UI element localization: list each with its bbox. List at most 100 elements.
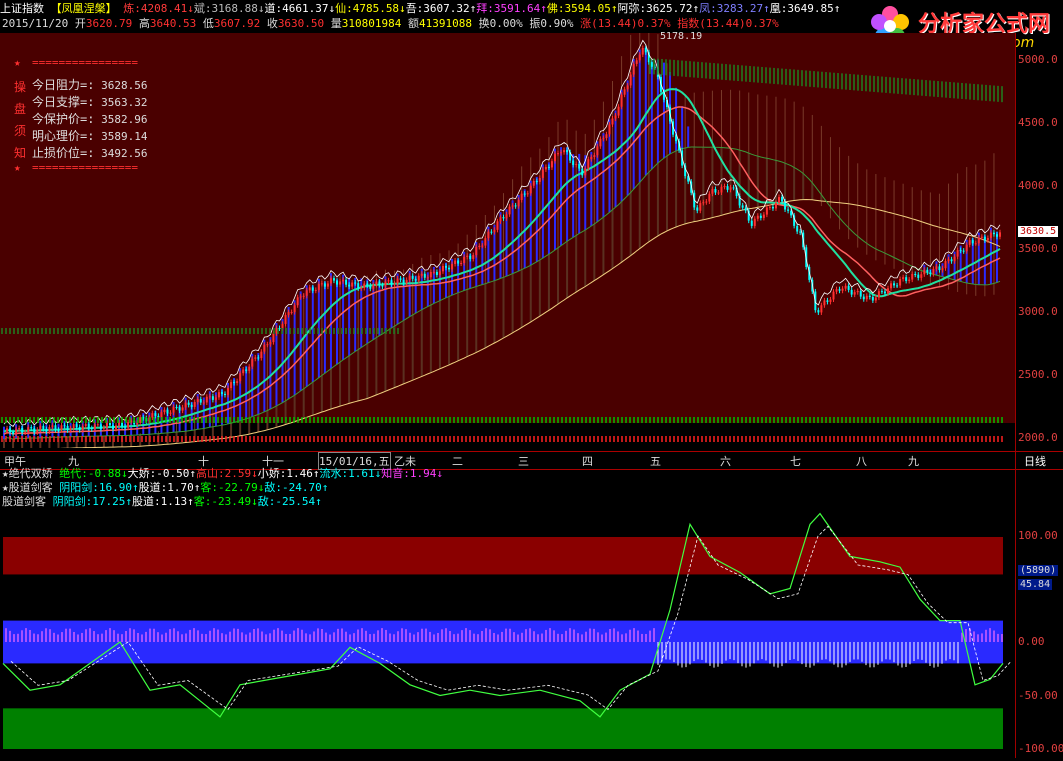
notice-side-label: 操 盘 须 知 [14, 76, 28, 164]
axis-separator [1015, 33, 1016, 758]
legend-item: 敌:-25.54↑ [257, 495, 322, 508]
candle-body [460, 263, 463, 265]
amount-label: 额 [408, 17, 420, 30]
candle-body [953, 256, 956, 262]
indicator-badge-value: 45.84 [1018, 579, 1053, 590]
candle-body [520, 193, 523, 201]
indicator-chart[interactable] [0, 508, 1015, 758]
candle-body [378, 281, 381, 286]
price-tick: 2000.0 [1018, 431, 1058, 444]
candle-body [36, 429, 39, 433]
legend-item: 道:4661.37↓ [264, 2, 336, 15]
indicator1-title[interactable]: ★绝代双娇 [2, 467, 53, 480]
period-selector[interactable]: 日线 [1024, 453, 1046, 469]
candle-body [63, 425, 66, 427]
candle-body [759, 215, 762, 218]
legend-item: 炼:4208.41↓ [123, 2, 194, 15]
candle-body [602, 138, 605, 140]
price-chart[interactable] [0, 33, 1015, 448]
formula-name[interactable]: 【凤凰涅槃】 [51, 2, 117, 15]
turnover-label: 换 [478, 17, 490, 30]
candle-body [96, 424, 99, 426]
quote-date: 2015/11/20 [2, 17, 69, 30]
candle-body [629, 74, 632, 86]
candle-body [438, 271, 441, 275]
candle-body [499, 217, 502, 222]
candle-body [408, 275, 411, 280]
indicator-chart-canvas[interactable] [0, 508, 1015, 758]
price-tick: 4000.0 [1018, 179, 1058, 192]
time-label: 九 [908, 455, 919, 468]
indicator2-title[interactable]: ★股道剑客 [2, 481, 53, 494]
candle-body [184, 402, 187, 408]
candle-body [835, 289, 838, 292]
candle-body [220, 392, 223, 394]
candle-body [272, 333, 275, 343]
indicator1-values: 绝代:-0.88↓大娇:-0.50↑高山:2.59↓小娇:1.46↑流水:1.6… [59, 467, 443, 480]
candle-body [320, 283, 323, 285]
notice-row: 今日支撑=: 3563.32 [32, 94, 147, 111]
candle-body [778, 197, 781, 203]
low-value: 3607.92 [213, 17, 261, 30]
close-label: 收 [266, 17, 278, 30]
candle-body [260, 351, 263, 359]
price-tick: 5000.0 [1018, 53, 1058, 66]
candle-body [51, 425, 54, 428]
candle-body [87, 423, 90, 429]
candle-body [614, 115, 617, 119]
candle-body [323, 283, 326, 287]
price-chart-canvas[interactable] [0, 33, 1063, 448]
neutral-zone [3, 620, 1003, 664]
notice-row-value: 3628.56 [101, 79, 148, 92]
notice-side-char: 盘 [14, 102, 27, 116]
candle-body [938, 266, 941, 271]
candle-body [935, 266, 938, 269]
candle-body [914, 274, 917, 276]
notice-side-char: 操 [14, 80, 27, 94]
time-label: 五 [650, 455, 661, 468]
candle-body [717, 192, 720, 194]
candle-body [871, 296, 874, 301]
candle-body [451, 263, 454, 270]
candle-body [847, 285, 850, 290]
symbol-title[interactable]: 上证指数 [0, 2, 44, 15]
candle-body [290, 312, 293, 314]
candle-body [454, 260, 457, 264]
candle-body [105, 423, 108, 428]
indicator3-title[interactable]: 股道剑客 [2, 495, 46, 508]
candle-body [481, 245, 484, 247]
candle-body [638, 54, 641, 61]
candle-body [926, 269, 929, 273]
candle-body [311, 287, 314, 291]
candle-body [732, 187, 735, 189]
candle-body [765, 207, 768, 215]
indicator-tick: -100.00 [1018, 742, 1063, 755]
index-change: (13.44)0.37% [699, 17, 779, 30]
candle-body [487, 231, 490, 239]
candle-body [553, 153, 556, 162]
candle-body [263, 344, 266, 352]
candle-body [608, 124, 611, 135]
candle-body [18, 428, 21, 430]
candle-body [635, 60, 638, 64]
candle-body [832, 291, 835, 300]
candle-body [862, 296, 865, 300]
candle-body [699, 202, 702, 211]
candle-body [890, 283, 893, 289]
overbought-zone [3, 537, 1003, 575]
candle-body [977, 237, 980, 244]
notice-row: 止损价位=: 3492.56 [32, 145, 147, 162]
candle-body [572, 160, 575, 165]
candle-body [75, 424, 78, 427]
close-value: 3630.50 [277, 17, 325, 30]
candle-body [641, 47, 644, 55]
candle-body [102, 427, 105, 429]
candle-body [563, 150, 566, 153]
candle-body [115, 425, 118, 429]
oversold-zone [3, 708, 1003, 749]
change-value: (13.44)0.37% [591, 17, 671, 30]
open-label: 开 [74, 17, 86, 30]
candle-body [965, 244, 968, 252]
candle-body [796, 225, 799, 232]
candle-body [475, 247, 478, 256]
